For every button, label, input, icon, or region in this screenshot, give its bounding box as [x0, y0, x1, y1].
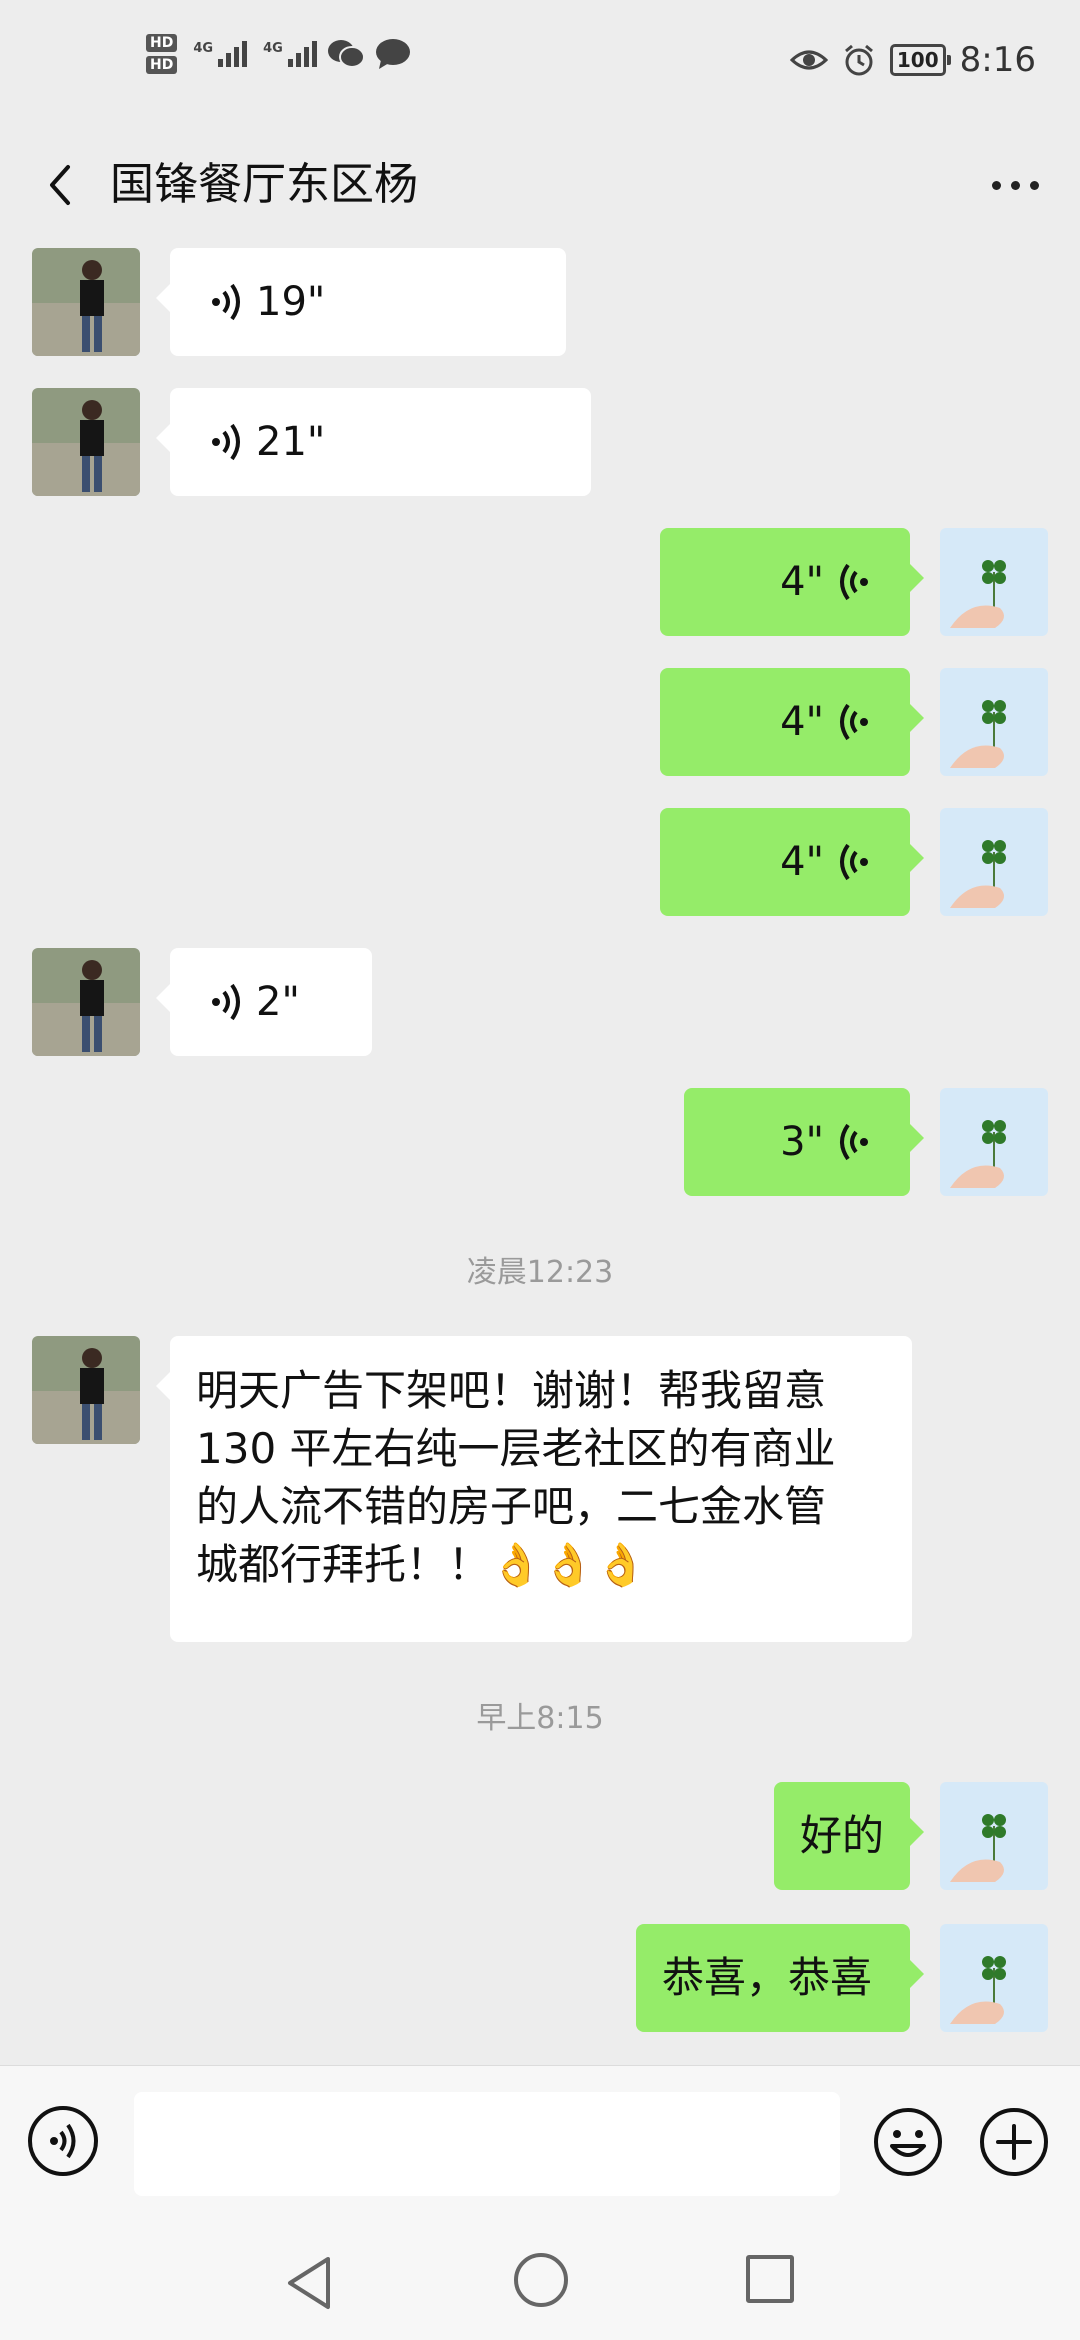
- timestamp: 凌晨12:23: [466, 1255, 614, 1290]
- chat-title: 国锋餐厅东区杨: [110, 159, 418, 210]
- more-functions-icon[interactable]: [978, 2106, 1050, 2178]
- message-text: 好的: [800, 1811, 885, 1860]
- message-line: 明天广告下架吧！谢谢！帮我留意: [196, 1366, 827, 1415]
- hd1-icon: HD: [146, 34, 178, 52]
- voice-duration: 19": [256, 279, 326, 325]
- signal-icon-1: 4G: [193, 41, 248, 67]
- my-avatar[interactable]: [940, 1924, 1048, 2032]
- voice-message-bubble[interactable]: 19": [156, 248, 566, 356]
- message-line: 130 平左右纯一层老社区的有商业: [196, 1424, 836, 1473]
- voice-wave-icon: [840, 1123, 868, 1161]
- back-arrow-icon[interactable]: [34, 155, 94, 215]
- status-bar: HD HD 4G 4G 100 8:16: [0, 0, 1080, 135]
- clover-avatar-image: [940, 1782, 1048, 1890]
- voice-wave-icon: [212, 283, 240, 321]
- clover-avatar-image: [940, 1924, 1048, 2032]
- clover-avatar-image: [940, 528, 1048, 636]
- contact-avatar-image: [32, 948, 140, 1056]
- clock: 8:16: [959, 40, 1036, 80]
- my-avatar[interactable]: [940, 1088, 1048, 1196]
- nav-back-icon[interactable]: [282, 2253, 338, 2313]
- voice-message-bubble[interactable]: 21": [156, 388, 591, 496]
- text-message-bubble[interactable]: 恭喜，恭喜: [636, 1924, 924, 2032]
- status-right: 100 8:16: [789, 40, 1036, 80]
- nav-home-icon[interactable]: [514, 2253, 568, 2307]
- contact-avatar[interactable]: [32, 388, 140, 496]
- voice-wave-icon: [212, 423, 240, 461]
- emoji-icon[interactable]: [872, 2106, 944, 2178]
- my-avatar[interactable]: [940, 668, 1048, 776]
- wechat-notification-icon: [327, 40, 365, 68]
- contact-avatar-image: [32, 248, 140, 356]
- battery-icon: 100: [889, 44, 951, 76]
- more-options-icon[interactable]: [980, 155, 1050, 215]
- eye-comfort-icon: [789, 50, 828, 70]
- voice-duration: 21": [256, 419, 326, 465]
- voice-message-bubble[interactable]: 3": [684, 1088, 924, 1196]
- voice-message-bubble[interactable]: 4": [660, 808, 924, 916]
- voice-duration: 2": [256, 979, 300, 1025]
- nav-recents-icon[interactable]: [746, 2255, 794, 2303]
- voice-wave-icon: [212, 983, 240, 1021]
- system-nav-bar: [0, 2225, 1080, 2340]
- voice-wave-icon: [840, 703, 868, 741]
- message-input[interactable]: [134, 2092, 840, 2196]
- voice-message-bubble[interactable]: 4": [660, 668, 924, 776]
- text-message-bubble[interactable]: 明天广告下架吧！谢谢！帮我留意 130 平左右纯一层老社区的有商业 的人流不错的…: [156, 1336, 912, 1642]
- timestamp: 早上8:15: [476, 1701, 604, 1736]
- voice-duration: 4": [780, 699, 824, 745]
- my-avatar[interactable]: [940, 528, 1048, 636]
- message-notification-icon: [375, 39, 410, 69]
- contact-avatar[interactable]: [32, 248, 140, 356]
- voice-duration: 4": [780, 839, 824, 885]
- message-line: 的人流不错的房子吧，二七金水管: [196, 1482, 827, 1531]
- voice-wave-icon: [840, 843, 868, 881]
- message-text: 恭喜，恭喜: [662, 1953, 873, 2002]
- signal-icon-2: 4G: [263, 41, 317, 67]
- voice-message-bubble[interactable]: 2": [156, 948, 372, 1056]
- clover-avatar-image: [940, 668, 1048, 776]
- voice-input-button[interactable]: [28, 2106, 98, 2176]
- contact-avatar[interactable]: [32, 1336, 140, 1444]
- text-message-bubble[interactable]: 好的: [774, 1782, 924, 1890]
- voice-duration: 4": [780, 559, 824, 605]
- voice-duration: 3": [780, 1119, 824, 1165]
- message-line: 城都行拜托！！👌👌👌: [196, 1540, 647, 1589]
- clover-avatar-image: [940, 808, 1048, 916]
- my-avatar[interactable]: [940, 808, 1048, 916]
- status-left: HD HD 4G 4G: [146, 34, 411, 74]
- chat-header: 国锋餐厅东区杨: [0, 135, 1080, 235]
- voice-message-bubble[interactable]: 4": [660, 528, 924, 636]
- contact-avatar-image: [32, 388, 140, 496]
- contact-avatar[interactable]: [32, 948, 140, 1056]
- contact-avatar-image: [32, 1336, 140, 1444]
- network-label-1: 4G: [193, 41, 214, 56]
- my-avatar[interactable]: [940, 1782, 1048, 1890]
- voice-wave-icon: [840, 563, 868, 601]
- alarm-icon: [844, 44, 873, 76]
- voice-input-icon: [50, 2123, 76, 2159]
- hd-icons: HD HD: [146, 34, 178, 74]
- hd2-icon: HD: [146, 56, 178, 74]
- message-list[interactable]: 19" 21" 4" 4" 4" 2" 3" 凌晨12:23 明天广告下架吧！谢…: [0, 235, 1080, 2065]
- network-label-2: 4G: [263, 41, 283, 56]
- input-bar: [0, 2065, 1080, 2226]
- clover-avatar-image: [940, 1088, 1048, 1196]
